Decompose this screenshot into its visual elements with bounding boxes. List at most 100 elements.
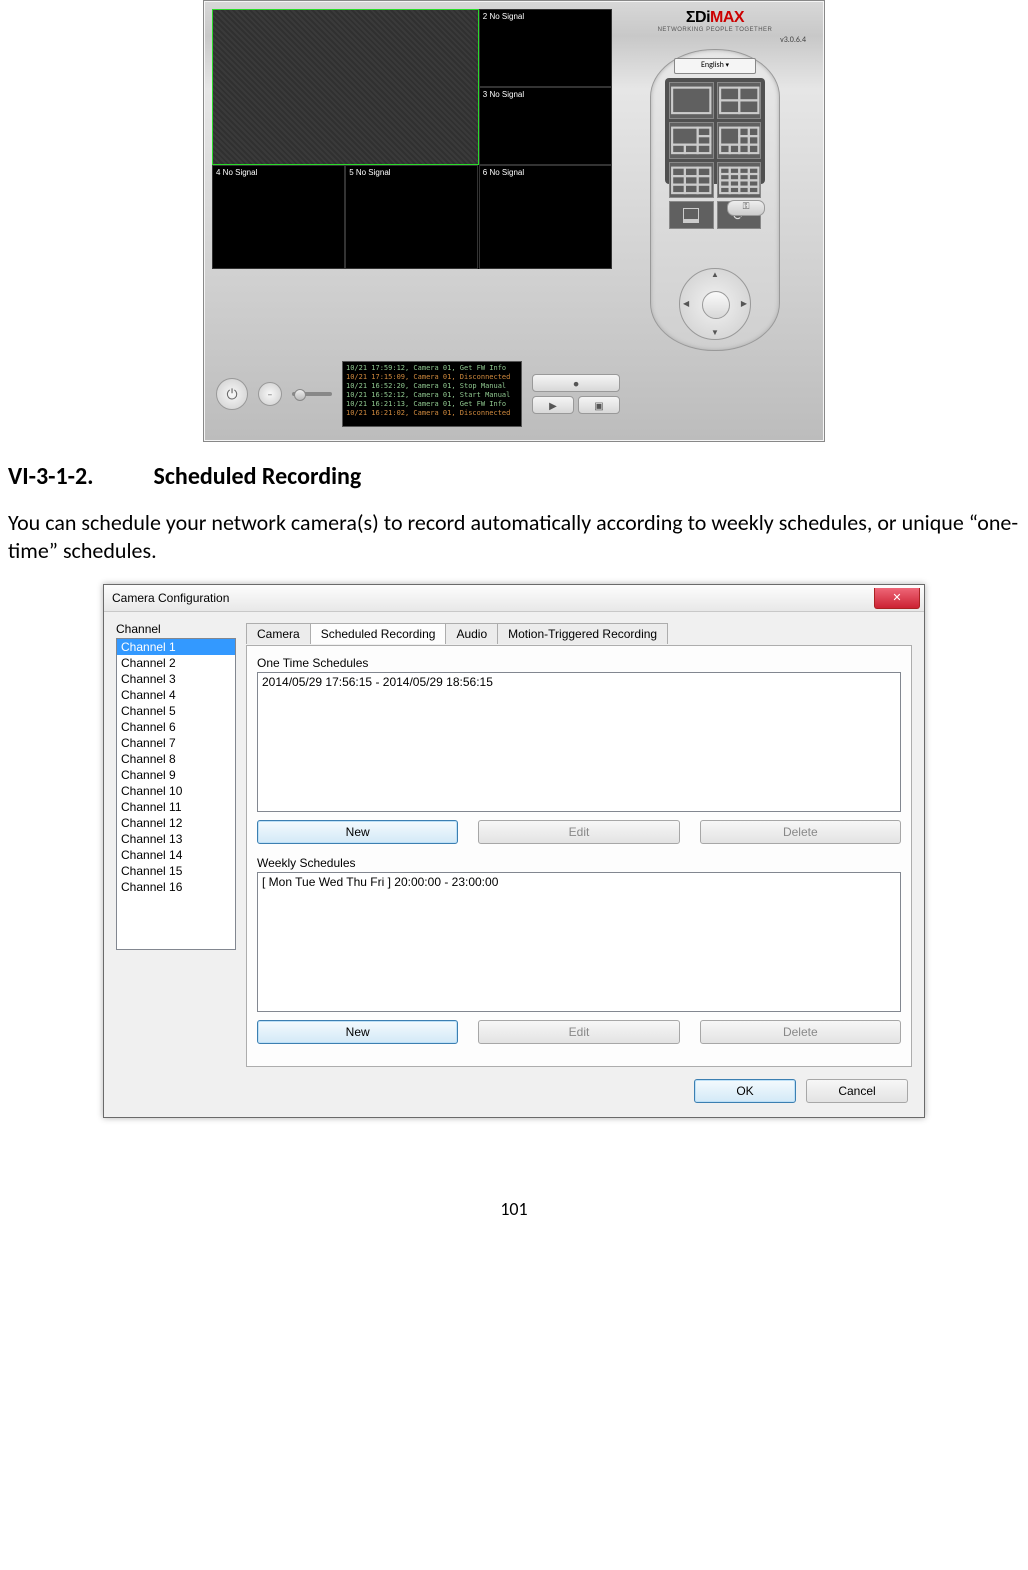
dialog-title: Camera Configuration	[112, 591, 229, 605]
log-line: 10/21 16:21:02, Camera 01, Disconnected	[346, 409, 518, 418]
play-button[interactable]: ▶	[532, 396, 574, 414]
section-heading: VI-3-1-2. Scheduled Recording	[0, 462, 1028, 501]
channel-list[interactable]: Channel 1 Channel 2 Channel 3 Channel 4 …	[116, 638, 236, 950]
camera-cell-1[interactable]	[212, 9, 479, 165]
arrow-left-icon: ◀	[683, 299, 689, 309]
channel-item[interactable]: Channel 6	[117, 719, 235, 735]
tab-audio[interactable]: Audio	[445, 623, 498, 644]
zoom-slider[interactable]	[292, 392, 332, 396]
channel-item[interactable]: Channel 8	[117, 751, 235, 767]
record-button[interactable]: ●	[532, 374, 620, 392]
camera-config-dialog: Camera Configuration ✕ Channel Channel 1…	[103, 584, 925, 1118]
tab-motion-triggered[interactable]: Motion-Triggered Recording	[497, 623, 668, 644]
config-tabs: Camera Scheduled Recording Audio Motion-…	[246, 622, 912, 643]
brand-text-a: ΣDi	[686, 9, 710, 26]
cell-label: 3 No Signal	[480, 88, 611, 102]
version-label: v3.0.6.4	[620, 35, 806, 45]
tab-scheduled-recording[interactable]: Scheduled Recording	[310, 623, 447, 644]
tab-panel: One Time Schedules 2014/05/29 17:56:15 -…	[246, 645, 912, 1067]
one-time-label: One Time Schedules	[257, 656, 901, 670]
channel-item[interactable]: Channel 15	[117, 863, 235, 879]
layout-option-1[interactable]	[669, 82, 714, 119]
weekly-list[interactable]: [ Mon Tue Wed Thu Fri ] 20:00:00 - 23:00…	[257, 872, 901, 1012]
channel-item[interactable]: Channel 13	[117, 831, 235, 847]
camera-cell-6[interactable]: 6 No Signal	[479, 165, 612, 269]
brand-logo: ΣDiMAX NETWORKING PEOPLE TOGETHER	[620, 9, 810, 33]
log-line: 10/21 17:15:09, Camera 01, Disconnected	[346, 373, 518, 382]
brand-tagline: NETWORKING PEOPLE TOGETHER	[620, 27, 810, 33]
channel-item[interactable]: Channel 1	[117, 639, 235, 655]
log-line: 10/21 16:52:20, Camera 01, Stop Manual	[346, 382, 518, 391]
brand-text-b: MAX	[710, 9, 744, 26]
power-button[interactable]: ⏻	[216, 378, 248, 410]
arrow-down-icon: ▼	[711, 328, 719, 338]
weekly-label: Weekly Schedules	[257, 856, 901, 870]
camera-icon: ▣	[594, 399, 603, 412]
layout-option-5[interactable]	[669, 162, 714, 199]
weekly-delete-button[interactable]: Delete	[700, 1020, 901, 1044]
one-time-new-button[interactable]: New	[257, 820, 458, 844]
play-icon: ▶	[549, 399, 557, 412]
channel-item[interactable]: Channel 12	[117, 815, 235, 831]
arrow-right-icon: ▶	[741, 299, 747, 309]
channel-item[interactable]: Channel 3	[117, 671, 235, 687]
arrow-up-icon: ▲	[711, 270, 719, 280]
video-grid: 2 No Signal 3 No Signal 4 No Signal 5 No…	[212, 9, 612, 269]
tab-camera[interactable]: Camera	[246, 623, 311, 644]
layout-picker: ⟳	[665, 78, 765, 184]
language-select[interactable]: English	[674, 58, 756, 74]
one-time-entry[interactable]: 2014/05/29 17:56:15 - 2014/05/29 18:56:1…	[262, 675, 896, 689]
log-line: 10/21 17:59:12, Camera 01, Get FW Info	[346, 364, 518, 373]
layout-option-6[interactable]	[717, 162, 762, 199]
key-icon: ⚿	[743, 201, 750, 212]
layout-option-2[interactable]	[717, 82, 762, 119]
weekly-edit-button[interactable]: Edit	[478, 1020, 679, 1044]
minus-button[interactable]: −	[258, 382, 282, 406]
one-time-edit-button[interactable]: Edit	[478, 820, 679, 844]
channel-item[interactable]: Channel 4	[117, 687, 235, 703]
cell-label: 5 No Signal	[346, 166, 477, 180]
dpad-center-button[interactable]	[702, 291, 730, 319]
cell-label: 4 No Signal	[213, 166, 344, 180]
channel-item[interactable]: Channel 9	[117, 767, 235, 783]
lock-button[interactable]: ⚿	[727, 200, 765, 216]
card-icon	[683, 208, 699, 223]
channel-item[interactable]: Channel 10	[117, 783, 235, 799]
cancel-button[interactable]: Cancel	[806, 1079, 908, 1103]
weekly-new-button[interactable]: New	[257, 1020, 458, 1044]
log-line: 10/21 16:21:13, Camera 01, Get FW Info	[346, 400, 518, 409]
power-icon: ⏻	[226, 386, 237, 403]
camera-cell-4[interactable]: 4 No Signal	[212, 165, 345, 269]
ptz-dpad[interactable]: ▲ ▼ ◀ ▶	[679, 268, 751, 340]
side-panel: ΣDiMAX NETWORKING PEOPLE TOGETHER v3.0.6…	[620, 9, 810, 351]
channel-item[interactable]: Channel 14	[117, 847, 235, 863]
snapshot-button[interactable]: ▣	[578, 396, 620, 414]
channel-item[interactable]: Channel 11	[117, 799, 235, 815]
ok-button[interactable]: OK	[694, 1079, 796, 1103]
channel-item[interactable]: Channel 16	[117, 879, 235, 895]
one-time-delete-button[interactable]: Delete	[700, 820, 901, 844]
log-line: 10/21 16:52:12, Camera 01, Start Manual	[346, 391, 518, 400]
one-time-list[interactable]: 2014/05/29 17:56:15 - 2014/05/29 18:56:1…	[257, 672, 901, 812]
record-icon: ●	[573, 377, 579, 390]
channel-item[interactable]: Channel 2	[117, 655, 235, 671]
remote-panel: English ⟳ ⚿ ▲ ▼	[650, 49, 780, 351]
viewer-app-window: 2 No Signal 3 No Signal 4 No Signal 5 No…	[203, 0, 825, 442]
weekly-entry[interactable]: [ Mon Tue Wed Thu Fri ] 20:00:00 - 23:00…	[262, 875, 896, 889]
cell-label: 6 No Signal	[480, 166, 611, 180]
channel-column-label: Channel	[116, 622, 236, 636]
camera-cell-3[interactable]: 3 No Signal	[479, 87, 612, 165]
channel-item[interactable]: Channel 7	[117, 735, 235, 751]
dialog-titlebar: Camera Configuration ✕	[104, 585, 924, 612]
layout-option-3[interactable]	[669, 122, 714, 159]
save-layout-button[interactable]	[669, 201, 714, 229]
event-log: 10/21 17:59:12, Camera 01, Get FW Info 1…	[342, 361, 522, 427]
camera-cell-2[interactable]: 2 No Signal	[479, 9, 612, 87]
layout-option-4[interactable]	[717, 122, 762, 159]
camera-cell-5[interactable]: 5 No Signal	[345, 165, 478, 269]
section-paragraph: You can schedule your network camera(s) …	[0, 501, 1028, 584]
section-number: VI-3-1-2.	[8, 462, 94, 491]
close-icon: ✕	[892, 591, 901, 604]
close-button[interactable]: ✕	[874, 588, 920, 609]
channel-item[interactable]: Channel 5	[117, 703, 235, 719]
